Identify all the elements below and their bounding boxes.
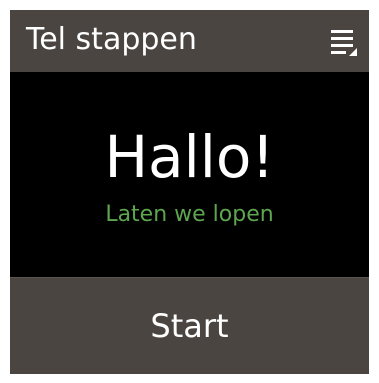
menu-icon[interactable] bbox=[329, 27, 359, 57]
watch-screen: Tel stappen Hallo! Laten we lopen Start bbox=[10, 10, 369, 374]
subtitle-text: Laten we lopen bbox=[105, 202, 274, 227]
page-title: Tel stappen bbox=[26, 22, 197, 57]
greeting-text: Hallo! bbox=[104, 123, 275, 191]
start-button[interactable]: Start bbox=[10, 277, 369, 374]
menu-icon-graphic bbox=[331, 30, 357, 56]
app-header: Tel stappen bbox=[10, 10, 369, 72]
main-content: Hallo! Laten we lopen bbox=[10, 72, 369, 277]
